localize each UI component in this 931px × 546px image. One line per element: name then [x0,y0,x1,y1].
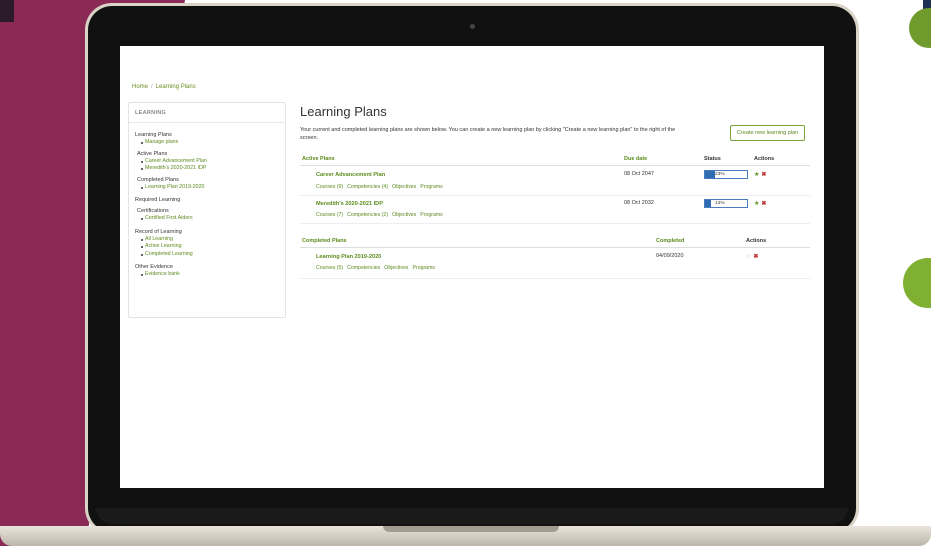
programs-link[interactable]: Programs [420,212,443,218]
programs-link[interactable]: Programs [420,184,443,190]
progress-label: 14% [715,200,725,206]
sidebar-item-completed-learning[interactable]: Completed Learning [135,251,279,259]
active-plans-header: Active Plans Due date Status Actions [300,154,810,166]
close-icon[interactable]: ✖ [761,201,766,207]
progress-bar: 23% [704,170,748,179]
competencies-link[interactable]: Competencies (2) [347,212,388,218]
status-heading: Status [704,156,721,162]
table-row: Learning Plan 2019-2020 Courses (5) Compe… [300,248,810,279]
objectives-link[interactable]: Objectives [392,184,416,190]
table-row: Meredith's 2020-2021 IDP Courses (7) Comp… [300,195,810,224]
objectives-link[interactable]: Objectives [384,265,408,271]
laptop-notch [383,526,559,532]
background-green-circle [903,258,931,308]
plan-links: Courses (5) Competencies Objectives Program… [316,265,439,271]
programs-link[interactable]: Programs [413,265,436,271]
courses-link[interactable]: Courses (9) [316,184,343,190]
breadcrumb: Home / Learning Plans [132,84,196,90]
sidebar-item-meredith-idp[interactable]: Meredith's 2020-2021 IDP [135,165,279,173]
background-green-circle [909,8,931,48]
laptop-screen: Home / Learning Plans LEARNING Learning Pl… [120,46,824,488]
sidebar-item-manage-plans[interactable]: Manage plans [135,139,279,147]
sidebar-item-all-learning[interactable]: All Learning [135,236,279,244]
sidebar-item-career-advancement-plan[interactable]: Career Advancement Plan [135,158,279,166]
sidebar-subsection-certifications: Certifications [137,208,169,214]
row-actions: ★ ✖ [754,200,766,207]
sidebar-item-active-learning[interactable]: Active Learning [135,243,279,251]
plan-name-link[interactable]: Learning Plan 2019-2020 [316,254,381,260]
progress-fill [705,171,715,178]
sidebar-item-learning-plan-2019[interactable]: Learning Plan 2019-2020 [135,184,279,192]
close-icon[interactable]: ✖ [761,172,766,178]
completed-heading[interactable]: Completed [656,238,684,244]
plan-links: Courses (9) Competencies (4) Objectives Pro… [316,184,447,190]
sidebar-section-learning-plans[interactable]: Learning Plans [135,131,279,139]
sidebar-subsection-completed-plans: Completed Plans [137,176,179,183]
laptop-chin [96,508,848,524]
sidebar-section-record-of-learning[interactable]: Record of Learning [135,228,279,236]
competencies-link[interactable]: Competencies [347,265,380,271]
plan-name-link[interactable]: Career Advancement Plan [316,172,385,178]
sidebar: LEARNING Learning Plans Manage plans Act… [128,102,286,318]
table-row: Career Advancement Plan Courses (9) Compe… [300,166,810,196]
competencies-link[interactable]: Competencies (4) [347,184,388,190]
completed-plans-header: Completed Plans Completed Actions [300,236,810,248]
due-date: 08 Oct 2047 [624,171,654,177]
page-intro: Your current and completed learning plan… [300,127,676,141]
breadcrumb-learning-plans[interactable]: Learning Plans [156,84,196,90]
sidebar-section-other-evidence[interactable]: Other Evidence [135,263,279,271]
background-dark-corner [0,0,14,22]
close-icon[interactable]: ✖ [753,254,758,260]
sidebar-section-required-learning[interactable]: Required Learning [135,196,279,204]
plan-links: Courses (7) Competencies (2) Objectives Pro… [316,212,447,218]
active-plans-heading[interactable]: Active Plans [302,156,335,162]
main-content: Learning Plans Your current and complete… [300,102,810,279]
breadcrumb-separator: / [151,84,153,90]
create-learning-plan-button[interactable]: Create new learning plan [730,125,806,141]
progress-label: 23% [715,171,725,177]
courses-link[interactable]: Courses (5) [316,265,343,271]
row-actions: ☆ ✖ [746,253,758,260]
sidebar-item-certified-first-aiders[interactable]: Certified First Aiders [135,215,279,223]
actions-heading: Actions [754,156,775,162]
star-outline-icon[interactable]: ☆ [746,254,751,260]
star-icon[interactable]: ★ [754,172,759,178]
sidebar-subsection-active-plans: Active Plans [137,150,168,157]
row-actions: ★ ✖ [754,171,766,178]
completed-date: 04/09/2020 [656,253,684,259]
sidebar-item-evidence-bank[interactable]: Evidence bank [135,271,279,279]
courses-link[interactable]: Courses (7) [316,212,343,218]
page-title: Learning Plans [300,104,387,119]
breadcrumb-home[interactable]: Home [132,84,148,90]
completed-plans-heading[interactable]: Completed Plans [302,238,347,244]
star-icon[interactable]: ★ [754,201,759,207]
progress-fill [705,200,711,207]
sidebar-heading: LEARNING [129,103,285,123]
due-date-heading[interactable]: Due date [624,156,647,162]
due-date: 08 Oct 2032 [624,200,654,206]
plan-name-link[interactable]: Meredith's 2020-2021 IDP [316,201,383,207]
actions-heading: Actions [746,238,767,244]
objectives-link[interactable]: Objectives [392,212,416,218]
camera-icon [470,24,475,29]
progress-bar: 14% [704,199,748,208]
